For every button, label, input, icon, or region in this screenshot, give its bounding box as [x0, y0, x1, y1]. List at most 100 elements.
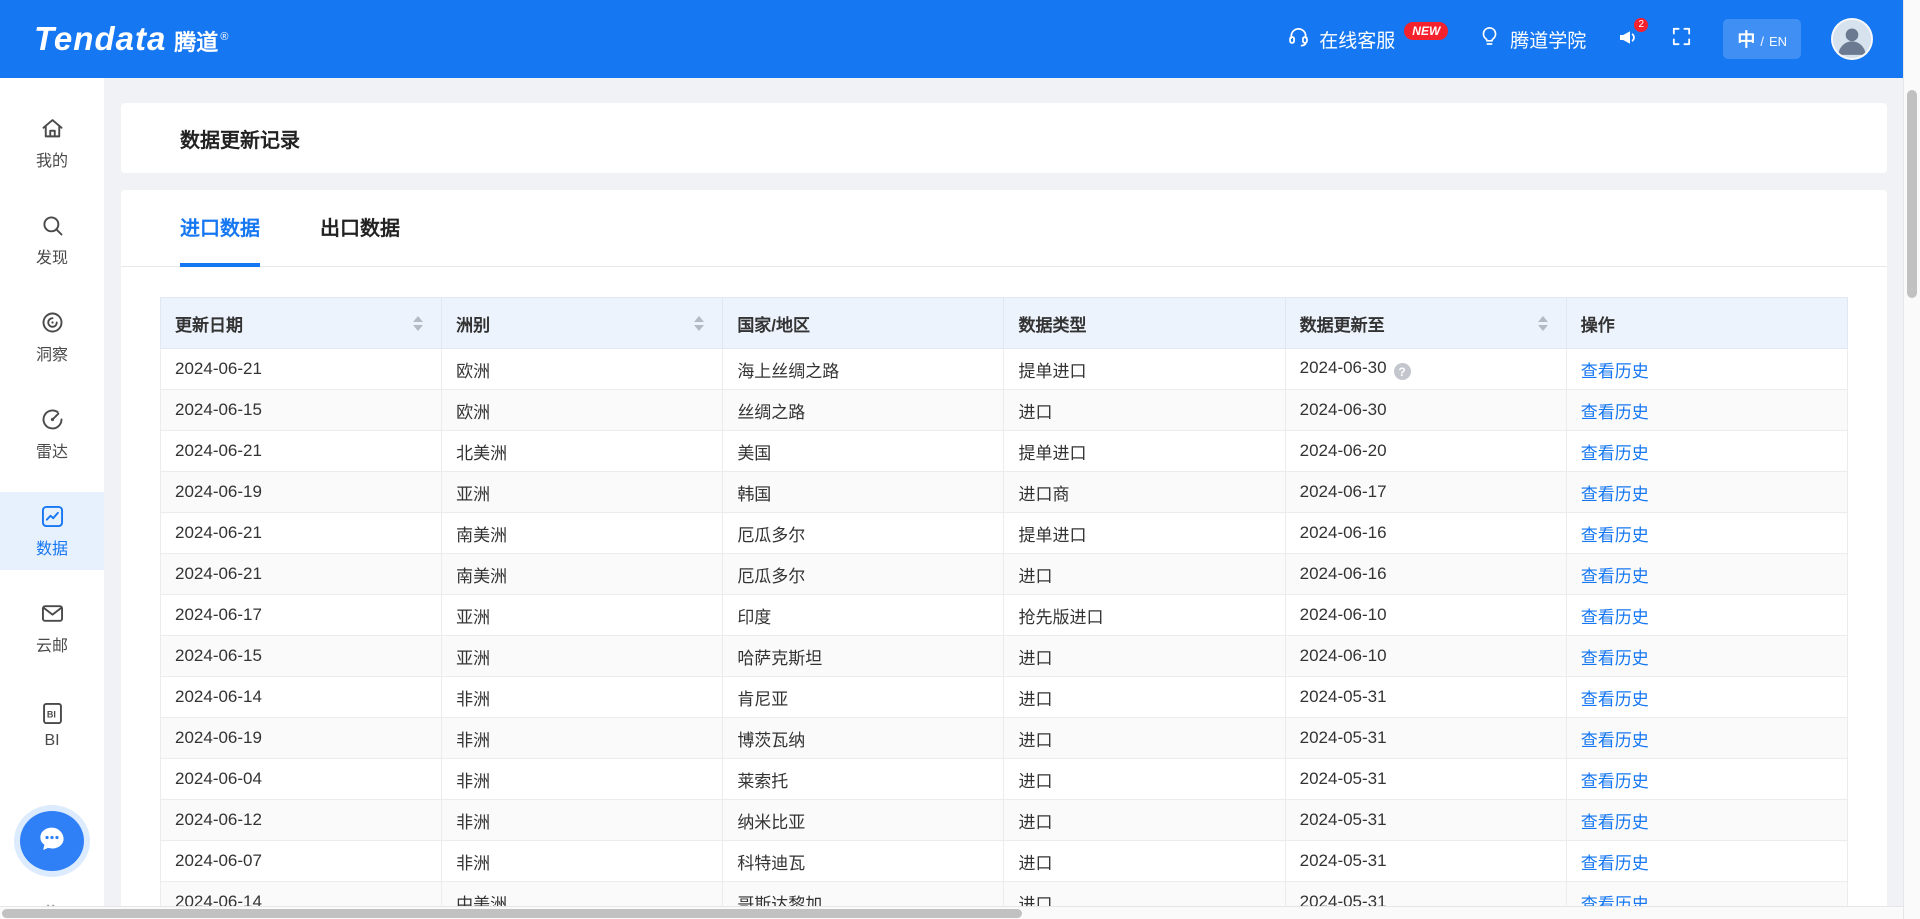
cell-region: 海上丝绸之路 — [723, 349, 1004, 390]
lang-en-label: EN — [1769, 34, 1787, 49]
cell-action: 查看历史 — [1566, 472, 1847, 513]
brand-logo[interactable]: Tendata 腾道 ® — [34, 20, 228, 58]
column-header: 数据类型 — [1004, 298, 1285, 349]
sidebar-item-insight[interactable]: 洞察 — [0, 298, 104, 376]
sort-icon[interactable] — [694, 316, 704, 331]
app-window: Tendata 腾道 ® 在线客服 NEW 腾道学院 — [0, 0, 1903, 919]
sidebar-item-radar[interactable]: 雷达 — [0, 395, 104, 473]
home-icon — [39, 115, 66, 142]
page-title: 数据更新记录 — [180, 124, 300, 153]
view-history-link[interactable]: 查看历史 — [1581, 608, 1649, 627]
fullscreen-button[interactable] — [1670, 25, 1693, 53]
sidebar-item-data[interactable]: 数据 — [0, 492, 104, 570]
page-title-card: 数据更新记录 — [121, 103, 1887, 173]
cell-data-type: 提单进口 — [1004, 513, 1285, 554]
academy-link[interactable]: 腾道学院 — [1478, 25, 1586, 54]
data-icon — [39, 503, 66, 530]
view-history-link[interactable]: 查看历史 — [1581, 485, 1649, 504]
cell-region: 印度 — [723, 595, 1004, 636]
sidebar-item-mail[interactable]: 云邮 — [0, 589, 104, 667]
view-history-link[interactable]: 查看历史 — [1581, 690, 1649, 709]
cell-continent: 非洲 — [442, 800, 723, 841]
cell-data-type: 进口 — [1004, 636, 1285, 677]
cell-update-date: 2024-06-21 — [161, 554, 442, 595]
sidebar-item-bi[interactable]: BIBI — [0, 686, 104, 764]
horizontal-scrollbar-thumb[interactable] — [2, 909, 1022, 918]
view-history-link[interactable]: 查看历史 — [1581, 444, 1649, 463]
cell-continent: 亚洲 — [442, 636, 723, 677]
avatar[interactable] — [1831, 18, 1873, 60]
cell-update-date: 2024-06-19 — [161, 472, 442, 513]
chat-fab-button[interactable] — [20, 811, 84, 871]
column-header[interactable]: 数据更新至 — [1285, 298, 1566, 349]
cell-continent: 非洲 — [442, 677, 723, 718]
table-card: 进口数据出口数据 更新日期洲别国家/地区数据类型数据更新至操作 2024-06-… — [121, 190, 1887, 919]
table-row: 2024-06-19亚洲韩国进口商2024-06-17 查看历史 — [161, 472, 1848, 513]
column-header-label: 更新日期 — [175, 311, 243, 336]
cell-region: 韩国 — [723, 472, 1004, 513]
sidebar-item-label: 我的 — [36, 147, 68, 171]
vertical-scrollbar[interactable] — [1903, 0, 1920, 919]
table-row: 2024-06-17亚洲印度抢先版进口2024-06-10查看历史 — [161, 595, 1848, 636]
column-header[interactable]: 更新日期 — [161, 298, 442, 349]
cell-data-type: 进口商 — [1004, 472, 1285, 513]
cell-updated-to: 2024-05-31 — [1285, 841, 1566, 882]
horizontal-scrollbar[interactable] — [0, 906, 1903, 919]
view-history-link[interactable]: 查看历史 — [1581, 772, 1649, 791]
cell-update-date: 2024-06-15 — [161, 636, 442, 677]
cell-action: 查看历史 — [1566, 595, 1847, 636]
table-row: 2024-06-21欧洲海上丝绸之路提单进口2024-06-30?查看历史 — [161, 349, 1848, 390]
view-history-link[interactable]: 查看历史 — [1581, 526, 1649, 545]
cell-continent: 北美洲 — [442, 431, 723, 472]
cell-continent: 亚洲 — [442, 472, 723, 513]
column-header[interactable]: 洲别 — [442, 298, 723, 349]
table-body: 2024-06-21欧洲海上丝绸之路提单进口2024-06-30?查看历史202… — [161, 349, 1848, 919]
column-header-label: 国家/地区 — [737, 311, 810, 336]
view-history-link[interactable]: 查看历史 — [1581, 567, 1649, 586]
view-history-link[interactable]: 查看历史 — [1581, 403, 1649, 422]
sort-icon[interactable] — [1538, 316, 1548, 331]
cell-region: 哈萨克斯坦 — [723, 636, 1004, 677]
sidebar-item-discover[interactable]: 发现 — [0, 201, 104, 279]
cell-action: 查看历史 — [1566, 513, 1847, 554]
tab-export[interactable]: 出口数据 — [320, 190, 400, 267]
cell-updated-to: 2024-06-30 — [1285, 390, 1566, 431]
tab-import[interactable]: 进口数据 — [180, 190, 260, 267]
cell-updated-to: 2024-06-16 — [1285, 554, 1566, 595]
cell-update-date: 2024-06-15 — [161, 390, 442, 431]
view-history-link[interactable]: 查看历史 — [1581, 813, 1649, 832]
view-history-link[interactable]: 查看历史 — [1581, 362, 1649, 381]
cell-region: 纳米比亚 — [723, 800, 1004, 841]
header-nav: 在线客服 NEW 腾道学院 2 — [1287, 18, 1873, 60]
help-icon[interactable]: ? — [1394, 363, 1411, 380]
cell-action: 查看历史 — [1566, 390, 1847, 431]
search-icon — [39, 212, 66, 239]
main-content: 数据更新记录 进口数据出口数据 更新日期洲别国家/地区数据类型数据更新至操作 2… — [104, 78, 1903, 919]
cell-updated-to: 2024-06-17 — [1285, 472, 1566, 513]
view-history-link[interactable]: 查看历史 — [1581, 854, 1649, 873]
sort-icon[interactable] — [413, 316, 423, 331]
new-badge: NEW — [1404, 22, 1448, 40]
cell-region: 厄瓜多尔 — [723, 513, 1004, 554]
view-history-link[interactable]: 查看历史 — [1581, 649, 1649, 668]
sidebar-nav: 我的发现洞察雷达数据云邮 BIBI — [0, 104, 104, 783]
announcement-button[interactable]: 2 — [1616, 25, 1640, 54]
announcement-badge: 2 — [1634, 18, 1648, 32]
vertical-scrollbar-thumb[interactable] — [1907, 90, 1917, 298]
language-toggle[interactable]: 中 / EN — [1723, 19, 1801, 59]
cell-action: 查看历史 — [1566, 677, 1847, 718]
cell-updated-to: 2024-06-10 — [1285, 595, 1566, 636]
cell-action: 查看历史 — [1566, 718, 1847, 759]
lang-separator: / — [1760, 34, 1764, 49]
table-row: 2024-06-04非洲莱索托进口2024-05-31查看历史 — [161, 759, 1848, 800]
online-service-link[interactable]: 在线客服 NEW — [1287, 25, 1448, 54]
cell-data-type: 进口 — [1004, 718, 1285, 759]
sidebar-item-label: 发现 — [36, 244, 68, 268]
table-row: 2024-06-21南美洲厄瓜多尔进口2024-06-16查看历史 — [161, 554, 1848, 595]
view-history-link[interactable]: 查看历史 — [1581, 731, 1649, 750]
update-record-table: 更新日期洲别国家/地区数据类型数据更新至操作 2024-06-21欧洲海上丝绸之… — [160, 297, 1848, 919]
cell-action: 查看历史 — [1566, 349, 1847, 390]
svg-text:BI: BI — [46, 709, 55, 719]
cell-region: 丝绸之路 — [723, 390, 1004, 431]
sidebar-item-my[interactable]: 我的 — [0, 104, 104, 182]
